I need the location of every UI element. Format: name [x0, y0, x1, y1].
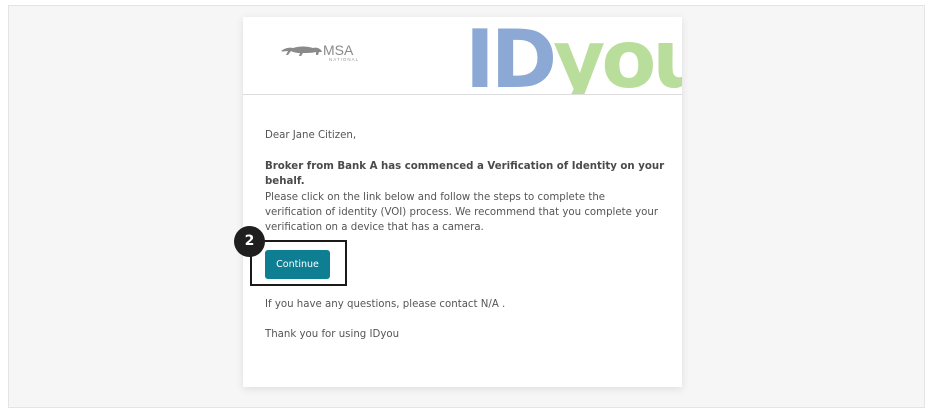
- questions-text: If you have any questions, please contac…: [265, 299, 506, 310]
- msa-national-logo: MSA NATIONAL: [281, 42, 359, 62]
- msa-logo-text: MSA: [323, 42, 354, 58]
- headline-text: Broker from Bank A has commenced a Verif…: [265, 161, 665, 187]
- step-badge: 2: [234, 226, 265, 257]
- panther-icon: [281, 46, 322, 56]
- idyou-logo: IDyou: [465, 17, 682, 95]
- idyou-logo-id: ID: [465, 17, 557, 95]
- msa-logo-subtitle: NATIONAL: [329, 57, 359, 62]
- idyou-logo-you: you: [553, 17, 682, 95]
- highlight-box: [250, 240, 347, 286]
- greeting-text: Dear Jane Citizen,: [265, 130, 357, 141]
- thanks-text: Thank you for using IDyou: [265, 329, 400, 340]
- email-card: MSA NATIONAL IDyou Dear Jane Citizen, Br…: [243, 17, 682, 387]
- email-header: MSA NATIONAL IDyou: [243, 17, 682, 95]
- instructions-text: Please click on the link below and follo…: [265, 192, 659, 233]
